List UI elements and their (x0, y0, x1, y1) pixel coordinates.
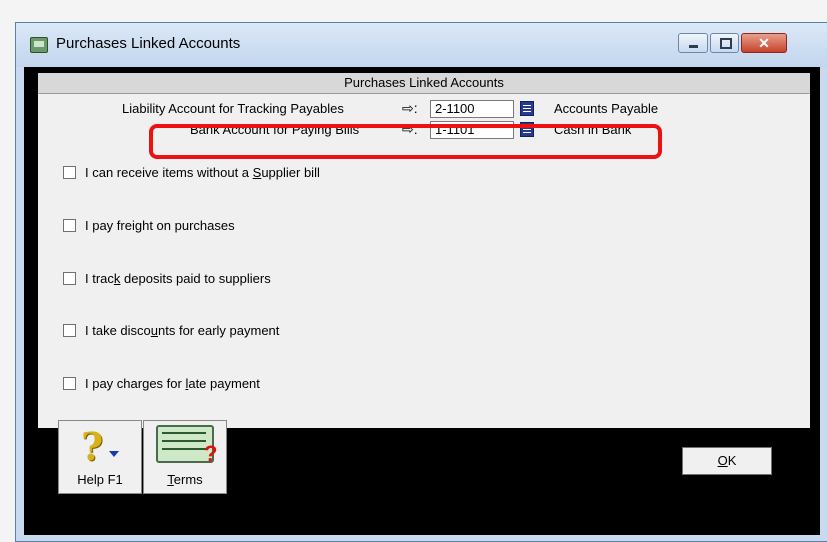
help-button[interactable]: ? Help F1 (58, 420, 142, 494)
maximize-button[interactable] (710, 33, 739, 53)
option-label: I track deposits paid to suppliers (85, 271, 271, 286)
liability-arrow-icon: ⇨: (402, 100, 418, 116)
panel-header: Purchases Linked Accounts (38, 73, 810, 94)
question-mark-icon: ? (81, 424, 104, 469)
liability-lookup-icon[interactable] (520, 101, 534, 116)
dropdown-arrow-icon (109, 451, 119, 457)
option-label: I take discounts for early payment (85, 323, 280, 338)
red-question-icon: ? (204, 441, 218, 466)
terms-button-label: Terms (167, 472, 203, 487)
close-icon: ✕ (758, 35, 770, 51)
liability-account-label: Liability Account for Tracking Payables (122, 101, 344, 116)
purchases-linked-accounts-window: Purchases Linked Accounts ✕ Purchases Li… (15, 22, 827, 542)
option-label: I can receive items without a Supplier b… (85, 165, 320, 180)
option-label: I pay charges for late payment (85, 376, 260, 391)
bank-account-highlight-annotation (149, 124, 662, 159)
checkbox[interactable] (63, 219, 76, 232)
checkbox[interactable] (63, 272, 76, 285)
checkbox[interactable] (63, 324, 76, 337)
title-bar[interactable]: Purchases Linked Accounts ✕ (16, 23, 827, 67)
window-title: Purchases Linked Accounts (56, 35, 241, 52)
ok-button[interactable]: OK (682, 447, 772, 475)
checkbox[interactable] (63, 377, 76, 390)
minimize-button[interactable] (678, 33, 708, 53)
checkbox[interactable] (63, 166, 76, 179)
option-label: I pay freight on purchases (85, 218, 235, 233)
terms-button[interactable]: ? Terms (143, 420, 227, 494)
close-button[interactable]: ✕ (741, 33, 787, 53)
liability-account-input[interactable]: 2-1100 (430, 100, 514, 118)
help-button-label: Help F1 (77, 472, 123, 487)
app-icon (30, 37, 48, 53)
liability-account-name: Accounts Payable (554, 101, 659, 116)
